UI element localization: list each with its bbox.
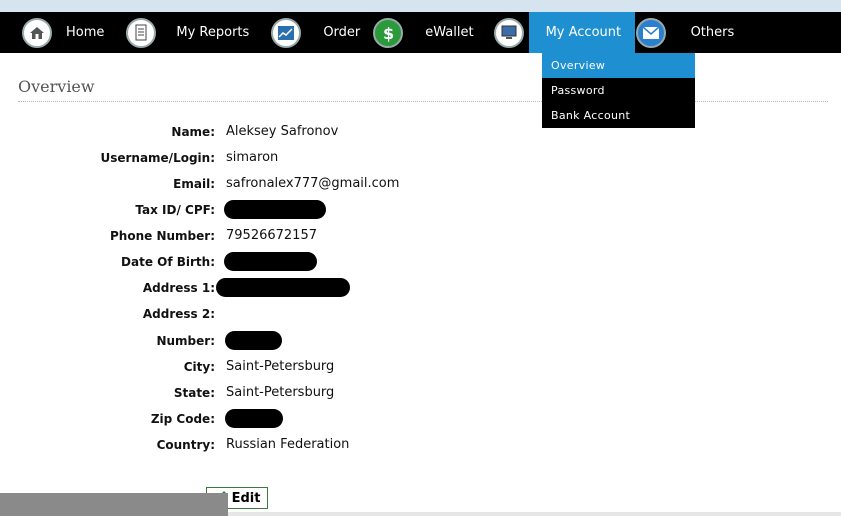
nav-my-account-icon-wrap[interactable]	[493, 12, 524, 53]
email-label: Email:	[173, 177, 215, 191]
nav-my-account-label: My Account	[545, 25, 622, 40]
top-strip	[0, 0, 841, 12]
row-username: Username/Login: simaron	[0, 148, 600, 168]
nav-my-reports[interactable]: My Reports	[126, 12, 271, 53]
nav-home-label: Home	[66, 25, 105, 40]
nav-others-label: Others	[690, 25, 735, 40]
bottom-divider	[228, 512, 841, 516]
dob-redaction	[224, 252, 317, 271]
dropdown-item-overview[interactable]: Overview	[542, 53, 695, 78]
taxid-redaction	[224, 200, 326, 219]
home-icon	[22, 17, 52, 48]
row-zip: Zip Code:	[0, 409, 600, 429]
zip-redaction	[225, 409, 283, 428]
status-bar	[0, 493, 228, 516]
address1-redaction	[216, 278, 350, 297]
row-country: Country: Russian Federation	[0, 435, 600, 455]
username-label: Username/Login:	[100, 151, 215, 165]
row-state: State: Saint-Petersburg	[0, 383, 600, 403]
row-phone: Phone Number: 79526672157	[0, 226, 600, 246]
username-value: simaron	[226, 150, 279, 165]
main-navbar: Home My Reports Order $ eWallet My Accou…	[0, 12, 841, 53]
phone-value: 79526672157	[226, 228, 317, 243]
nav-others[interactable]: Others	[635, 12, 735, 53]
chart-icon	[271, 17, 302, 48]
dropdown-item-bank-account[interactable]: Bank Account	[542, 103, 695, 128]
number-redaction	[225, 331, 282, 350]
nav-my-account[interactable]: My Account	[528, 12, 635, 53]
name-value: Aleksey Safronov	[226, 124, 339, 139]
row-address2: Address 2:	[0, 304, 600, 324]
state-value: Saint-Petersburg	[226, 385, 335, 400]
address1-label: Address 1:	[142, 281, 215, 295]
row-city: City: Saint-Petersburg	[0, 357, 600, 377]
state-label: State:	[173, 386, 215, 400]
row-number: Number:	[0, 331, 600, 351]
nav-home[interactable]: Home	[22, 12, 126, 53]
address2-label: Address 2:	[142, 307, 215, 321]
dollar-icon: $	[373, 17, 404, 48]
document-icon	[126, 17, 157, 48]
my-account-dropdown: Overview Password Bank Account	[542, 53, 695, 128]
email-value: safronalex777@gmail.com	[226, 176, 400, 191]
zip-label: Zip Code:	[150, 412, 215, 426]
svg-text:$: $	[383, 24, 394, 42]
row-dob: Date Of Birth:	[0, 252, 600, 272]
mail-icon	[635, 17, 666, 48]
computer-icon	[493, 17, 524, 48]
country-label: Country:	[156, 438, 215, 452]
dob-label: Date Of Birth:	[121, 255, 215, 269]
row-taxid: Tax ID/ CPF:	[0, 200, 600, 220]
title-divider	[18, 101, 828, 102]
row-name: Name: Aleksey Safronov	[0, 122, 600, 142]
number-label: Number:	[156, 334, 215, 348]
city-label: City:	[183, 360, 215, 374]
edit-button-label: Edit	[231, 490, 261, 506]
phone-label: Phone Number:	[110, 229, 215, 243]
row-email: Email: safronalex777@gmail.com	[0, 174, 600, 194]
page-title: Overview	[18, 77, 95, 96]
name-label: Name:	[171, 125, 215, 139]
row-address1: Address 1:	[0, 278, 600, 298]
nav-ewallet-label: eWallet	[425, 25, 474, 40]
dropdown-item-password[interactable]: Password	[542, 78, 695, 103]
taxid-label: Tax ID/ CPF:	[135, 203, 215, 217]
city-value: Saint-Petersburg	[226, 359, 335, 374]
nav-my-reports-label: My Reports	[176, 25, 250, 40]
nav-ewallet[interactable]: $ eWallet	[373, 12, 493, 53]
country-value: Russian Federation	[226, 437, 350, 452]
